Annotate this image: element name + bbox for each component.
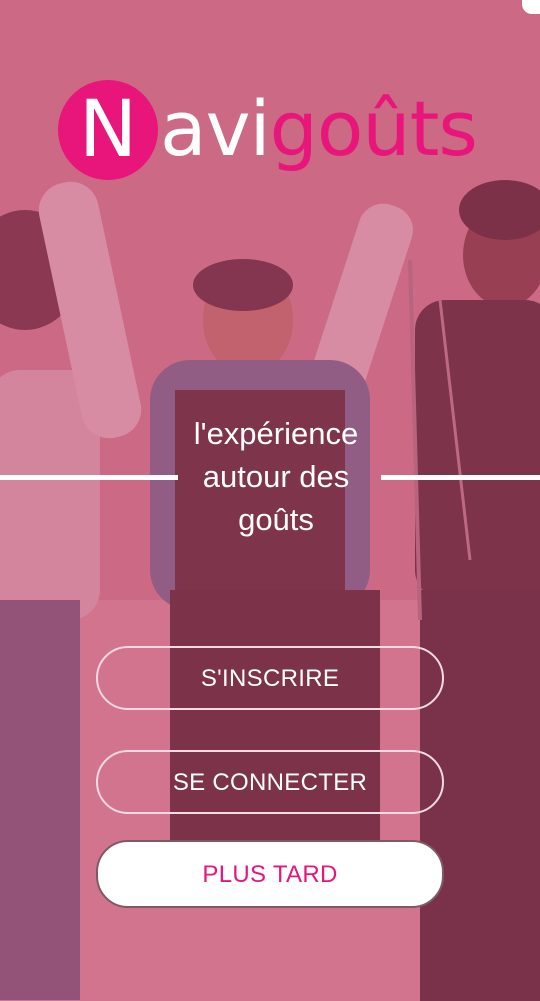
logo-wordmark-part1: avi [160,84,271,173]
tagline: l'expérience autour des goûts [160,412,392,541]
later-button[interactable]: PLUS TARD [96,840,444,908]
app-logo: N avigoûts [58,78,488,182]
tagline-divider-right [381,475,540,480]
tagline-divider-left [0,475,178,480]
tagline-line-1: l'expérience [193,416,359,451]
login-button[interactable]: SE CONNECTER [96,750,444,814]
logo-letter: N [78,85,138,175]
signup-button[interactable]: S'INSCRIRE [96,646,444,710]
logo-badge: N [58,80,158,180]
welcome-screen: N avigoûts l'expérience autour des goûts… [0,0,540,1001]
tagline-line-2: autour des [202,459,350,494]
tagline-line-3: goûts [238,502,314,537]
logo-wordmark: avigoûts [160,84,478,174]
logo-wordmark-part2: goûts [269,84,478,173]
